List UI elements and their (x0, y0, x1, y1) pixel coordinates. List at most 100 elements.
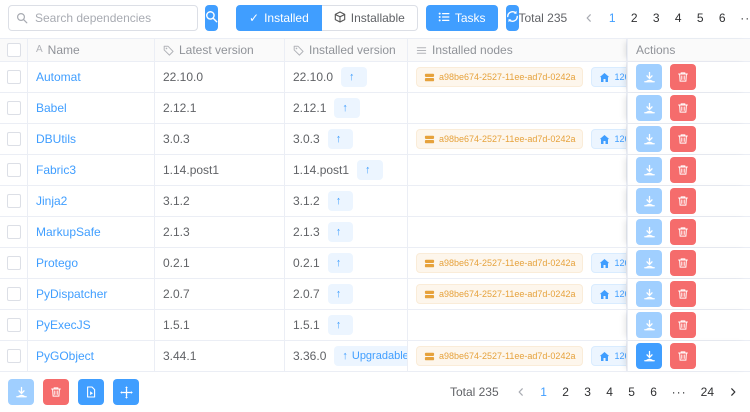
select-all-checkbox[interactable] (7, 43, 21, 57)
uninstall-button[interactable] (670, 281, 696, 307)
batch-install-button[interactable] (8, 379, 34, 405)
package-name-link[interactable]: DBUtils (36, 132, 76, 146)
row-checkbox-cell (0, 310, 28, 340)
worker-node-tag: 126a3f9a-2b (591, 284, 627, 304)
row-checkbox[interactable] (7, 194, 21, 208)
uninstall-button[interactable] (670, 343, 696, 369)
row-checkbox[interactable] (7, 101, 21, 115)
page-button[interactable]: 5 (622, 380, 642, 404)
table-row: Automat 22.10.0 22.10.0 ↑ a98be674-2527-… (0, 62, 750, 93)
page-button[interactable]: 1 (534, 380, 554, 404)
home-icon (599, 289, 610, 300)
name-cell: MarkupSafe (28, 217, 155, 247)
column-header-installed-nodes[interactable]: Installed nodes (408, 39, 627, 61)
install-button[interactable] (636, 219, 662, 245)
search-input[interactable] (8, 5, 198, 31)
install-button[interactable] (636, 126, 662, 152)
uninstall-button[interactable] (670, 95, 696, 121)
page-button[interactable]: 2 (624, 6, 644, 30)
refresh-button[interactable] (506, 5, 519, 31)
installed-nodes-cell (408, 93, 627, 123)
search-icon (16, 12, 28, 27)
uninstall-button[interactable] (670, 312, 696, 338)
column-header-name[interactable]: A Name (28, 39, 155, 61)
actions-cell (627, 62, 750, 92)
package-name-link[interactable]: PyExecJS (36, 318, 91, 332)
package-name-link[interactable]: PyDispatcher (36, 287, 107, 301)
page-button[interactable]: 6 (644, 380, 664, 404)
page-button[interactable]: 6 (712, 6, 732, 30)
page-button[interactable]: 24 (695, 380, 720, 404)
uninstall-button[interactable] (670, 157, 696, 183)
tasks-button[interactable]: Tasks (426, 5, 498, 31)
upgradable-badge: ↑ (328, 315, 354, 335)
actions-cell (627, 155, 750, 185)
row-checkbox[interactable] (7, 225, 21, 239)
uninstall-button[interactable] (670, 126, 696, 152)
package-name-link[interactable]: Automat (36, 70, 81, 84)
upgradable-arrow-icon: ↑ (336, 257, 342, 269)
row-checkbox[interactable] (7, 256, 21, 270)
server-icon (424, 72, 435, 83)
package-name-link[interactable]: Babel (36, 101, 67, 115)
page-button[interactable]: 5 (690, 6, 710, 30)
installed-version-cell: 1.14.post1 ↑ (285, 155, 408, 185)
page-button[interactable]: 4 (668, 6, 688, 30)
filter-installed-button[interactable]: ✓ Installed (236, 5, 322, 31)
page-button[interactable]: 2 (556, 380, 576, 404)
next-page-button[interactable] (722, 380, 744, 404)
row-checkbox[interactable] (7, 287, 21, 301)
install-button[interactable] (636, 64, 662, 90)
install-button[interactable] (636, 157, 662, 183)
package-name-link[interactable]: Protego (36, 256, 78, 270)
config-file-button[interactable] (78, 379, 104, 405)
node-tag-label: a98be674-2527-11ee-ad7d-0242a (439, 72, 575, 82)
install-button[interactable] (636, 188, 662, 214)
page-button[interactable]: 3 (646, 6, 666, 30)
latest-version-value: 3.0.3 (163, 132, 190, 146)
page-button[interactable]: 3 (578, 380, 598, 404)
prev-page-button[interactable] (578, 6, 600, 30)
install-button[interactable] (636, 312, 662, 338)
filter-installable-button[interactable]: Installable (322, 5, 418, 31)
row-checkbox[interactable] (7, 70, 21, 84)
column-header-installed-version[interactable]: Installed version (285, 39, 408, 61)
column-header-latest-version[interactable]: Latest version (155, 39, 285, 61)
upgradable-arrow-icon: ↑ (336, 288, 342, 300)
master-node-tag: a98be674-2527-11ee-ad7d-0242a (416, 284, 583, 304)
page-ellipsis[interactable]: ··· (734, 6, 750, 30)
latest-version-cell: 3.44.1 (155, 341, 285, 371)
row-checkbox[interactable] (7, 163, 21, 177)
package-name-link[interactable]: PyGObject (36, 349, 94, 363)
row-checkbox-cell (0, 124, 28, 154)
row-checkbox[interactable] (7, 318, 21, 332)
uninstall-button[interactable] (670, 219, 696, 245)
package-name-link[interactable]: Fabric3 (36, 163, 76, 177)
uninstall-button[interactable] (670, 188, 696, 214)
latest-version-value: 1.5.1 (163, 318, 190, 332)
latest-version-cell: 3.1.2 (155, 186, 285, 216)
page-ellipsis[interactable]: ··· (666, 380, 693, 404)
install-button[interactable] (636, 95, 662, 121)
package-name-link[interactable]: Jinja2 (36, 194, 67, 208)
package-name-link[interactable]: MarkupSafe (36, 225, 101, 239)
dependencies-page: ✓ Installed Installable Tasks Total 2351… (0, 0, 750, 412)
prev-page-button[interactable] (510, 380, 532, 404)
search-button[interactable] (205, 5, 218, 31)
page-button[interactable]: 1 (602, 6, 622, 30)
installed-version-value: 3.0.3 (293, 132, 320, 146)
uninstall-button[interactable] (670, 250, 696, 276)
table-row: PyDispatcher 2.0.7 2.0.7 ↑ a98be674-2527… (0, 279, 750, 310)
row-checkbox[interactable] (7, 132, 21, 146)
install-button[interactable] (636, 250, 662, 276)
setup-move-button[interactable] (113, 379, 139, 405)
install-button[interactable] (636, 281, 662, 307)
batch-delete-button[interactable] (43, 379, 69, 405)
install-button[interactable] (636, 343, 662, 369)
uninstall-button[interactable] (670, 64, 696, 90)
latest-version-cell: 0.2.1 (155, 248, 285, 278)
installed-version-value: 2.12.1 (293, 101, 326, 115)
page-button[interactable]: 4 (600, 380, 620, 404)
latest-version-value: 3.1.2 (163, 194, 190, 208)
row-checkbox[interactable] (7, 349, 21, 363)
